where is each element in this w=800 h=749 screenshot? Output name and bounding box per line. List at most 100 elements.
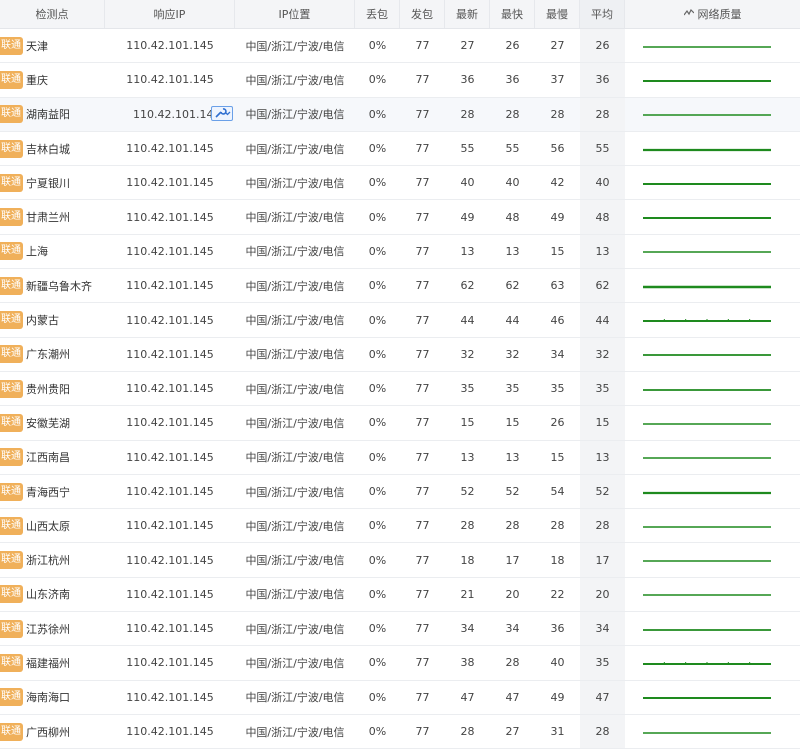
table-row[interactable]: 联通 江西南昌 110.42.101.145 中国/浙江/宁波/电信 0% 77 13 13 1… (0, 440, 800, 475)
node-name: 山西太原 (26, 519, 70, 533)
table-row[interactable]: 联通 湖南益阳 110.42.101.145 中国/浙江/宁波/电信 0% 77 28 28 2… (0, 97, 800, 132)
col-header-node[interactable]: 检测点 (0, 0, 105, 28)
wrench-dropdown-icon[interactable] (211, 105, 233, 121)
ip-location: 中国/浙江/宁波/电信 (245, 554, 345, 568)
isp-badge: 联通 (0, 516, 23, 535)
quality-sparkline (643, 213, 771, 221)
table-row[interactable]: 联通 天津 110.42.101.145 中国/浙江/宁波/电信 0% 77 27 26 27 2… (0, 29, 800, 64)
col-header-loss[interactable]: 丢包 (355, 0, 400, 28)
quality-cell (625, 29, 800, 62)
packets-sent: 77 (415, 450, 430, 464)
table-row[interactable]: 联通 山西太原 110.42.101.145 中国/浙江/宁波/电信 0% 77 28 28 2… (0, 509, 800, 544)
isp-badge: 联通 (0, 105, 23, 124)
table-row[interactable]: 联通 甘肃兰州 110.42.101.145 中国/浙江/宁波/电信 0% 77 49 48 4… (0, 200, 800, 235)
latest-ms: 18 (460, 553, 475, 567)
col-header-fastest[interactable]: 最快 (490, 0, 535, 28)
slowest-ms: 22 (550, 587, 565, 601)
quality-sparkline (643, 728, 771, 736)
table-row[interactable]: 联通 广西柳州 110.42.101.145 中国/浙江/宁波/电信 0% 77 28 27 3… (0, 714, 800, 749)
ip-cell: 110.42.101.145 (105, 200, 235, 233)
latest-ms: 38 (460, 656, 475, 670)
table-row[interactable]: 联通 重庆 110.42.101.145 中国/浙江/宁波/电信 0% 77 36 36 37 3… (0, 63, 800, 98)
table-row[interactable]: 联通 宁夏银川 110.42.101.145 中国/浙江/宁波/电信 0% 77 40 40 4… (0, 166, 800, 201)
packet-loss: 0% (368, 73, 387, 87)
node-name: 湖南益阳 (26, 108, 70, 122)
quality-sparkline (643, 247, 771, 255)
node-name: 上海 (26, 245, 48, 259)
table-row[interactable]: 联通 安徽芜湖 110.42.101.145 中国/浙江/宁波/电信 0% 77 15 15 2… (0, 406, 800, 441)
response-ip: 110.42.101.145 (126, 73, 214, 87)
slowest-ms: 63 (550, 279, 565, 293)
average-ms: 15 (580, 406, 625, 440)
node-cell: 联通 天津 (0, 29, 105, 62)
ip-cell: 110.42.101.145 (105, 681, 235, 714)
table-row[interactable]: 联通 青海西宁 110.42.101.145 中国/浙江/宁波/电信 0% 77 52 52 5… (0, 474, 800, 510)
table-row[interactable]: 联通 新疆乌鲁木齐 110.42.101.145 中国/浙江/宁波/电信 0% 77 62 6… (0, 269, 800, 304)
table-row[interactable]: 联通 海南海口 110.42.101.145 中国/浙江/宁波/电信 0% 77 47 47 4… (0, 680, 800, 715)
isp-badge: 联通 (0, 345, 23, 364)
table-row[interactable]: 联通 吉林白城 110.42.101.145 中国/浙江/宁波/电信 0% 77 55 55 5… (0, 131, 800, 167)
latest-ms: 13 (460, 450, 475, 464)
packet-loss: 0% (368, 587, 387, 601)
packet-loss: 0% (368, 176, 387, 190)
node-cell: 联通 山东济南 (0, 578, 105, 611)
node-name: 重庆 (26, 73, 48, 87)
col-header-ip[interactable]: 响应IP (105, 0, 235, 28)
ip-cell: 110.42.101.145 (105, 338, 235, 371)
packet-loss: 0% (368, 107, 387, 121)
table-row[interactable]: 联通 浙江杭州 110.42.101.145 中国/浙江/宁波/电信 0% 77 18 17 1… (0, 543, 800, 578)
isp-badge: 联通 (0, 242, 23, 261)
response-ip: 110.42.101.145 (126, 587, 214, 601)
table-row[interactable]: 联通 福建福州 110.42.101.145 中国/浙江/宁波/电信 0% 77 38 28 4… (0, 646, 800, 681)
table-row[interactable]: 联通 广东潮州 110.42.101.145 中国/浙江/宁波/电信 0% 77 32 32 3… (0, 337, 800, 372)
quality-cell (625, 303, 800, 336)
ip-location: 中国/浙江/宁波/电信 (245, 485, 345, 499)
col-header-latest[interactable]: 最新 (445, 0, 490, 28)
table-row[interactable]: 联通 内蒙古 110.42.101.145 中国/浙江/宁波/电信 0% 77 44 44 46… (0, 303, 800, 338)
isp-badge: 联通 (0, 551, 23, 570)
ip-cell: 110.42.101.145 (105, 166, 235, 199)
col-header-slowest[interactable]: 最慢 (535, 0, 580, 28)
node-name: 山东济南 (26, 588, 70, 602)
node-cell: 联通 重庆 (0, 63, 105, 96)
quality-cell (625, 406, 800, 439)
node-cell: 联通 福建福州 (0, 646, 105, 679)
packets-sent: 77 (415, 347, 430, 361)
table-row[interactable]: 联通 山东济南 110.42.101.145 中国/浙江/宁波/电信 0% 77 21 20 2… (0, 577, 800, 613)
latest-ms: 40 (460, 176, 475, 190)
col-header-quality[interactable]: 网络质量 (625, 0, 800, 28)
col-header-sent[interactable]: 发包 (400, 0, 445, 28)
ip-cell: 110.42.101.145 (105, 303, 235, 336)
col-header-average[interactable]: 平均 (580, 0, 625, 28)
response-ip: 110.42.101.145 (126, 553, 214, 567)
table-row[interactable]: 联通 贵州贵阳 110.42.101.145 中国/浙江/宁波/电信 0% 77 35 35 3… (0, 371, 800, 407)
table-row[interactable]: 联通 江苏徐州 110.42.101.145 中国/浙江/宁波/电信 0% 77 34 34 3… (0, 612, 800, 647)
slowest-ms: 36 (550, 622, 565, 636)
packets-sent: 77 (415, 485, 430, 498)
packets-sent: 77 (415, 382, 430, 396)
node-cell: 联通 浙江杭州 (0, 543, 105, 576)
fastest-ms: 28 (505, 107, 520, 121)
slowest-ms: 56 (550, 142, 565, 156)
node-cell: 联通 广东潮州 (0, 338, 105, 371)
node-cell: 联通 山西太原 (0, 509, 105, 542)
quality-sparkline (643, 453, 771, 461)
ip-location: 中国/浙江/宁波/电信 (245, 73, 345, 87)
isp-badge: 联通 (0, 36, 23, 55)
slowest-ms: 28 (550, 107, 565, 121)
quality-cell (625, 646, 800, 679)
ip-location: 中国/浙江/宁波/电信 (245, 279, 345, 293)
packets-sent: 77 (415, 142, 430, 156)
node-name: 新疆乌鲁木齐 (26, 279, 92, 293)
quality-cell (625, 166, 800, 199)
slowest-ms: 54 (550, 485, 565, 498)
table-row[interactable]: 联通 上海 110.42.101.145 中国/浙江/宁波/电信 0% 77 13 13 15 1… (0, 234, 800, 270)
node-cell: 联通 上海 (0, 235, 105, 268)
ip-cell: 110.42.101.145 (105, 63, 235, 96)
average-ms: 28 (580, 714, 625, 749)
col-header-location[interactable]: IP位置 (235, 0, 355, 28)
ip-location: 中国/浙江/宁波/电信 (245, 416, 345, 430)
node-name: 甘肃兰州 (26, 211, 70, 225)
packets-sent: 77 (415, 176, 430, 190)
slowest-ms: 28 (550, 519, 565, 533)
